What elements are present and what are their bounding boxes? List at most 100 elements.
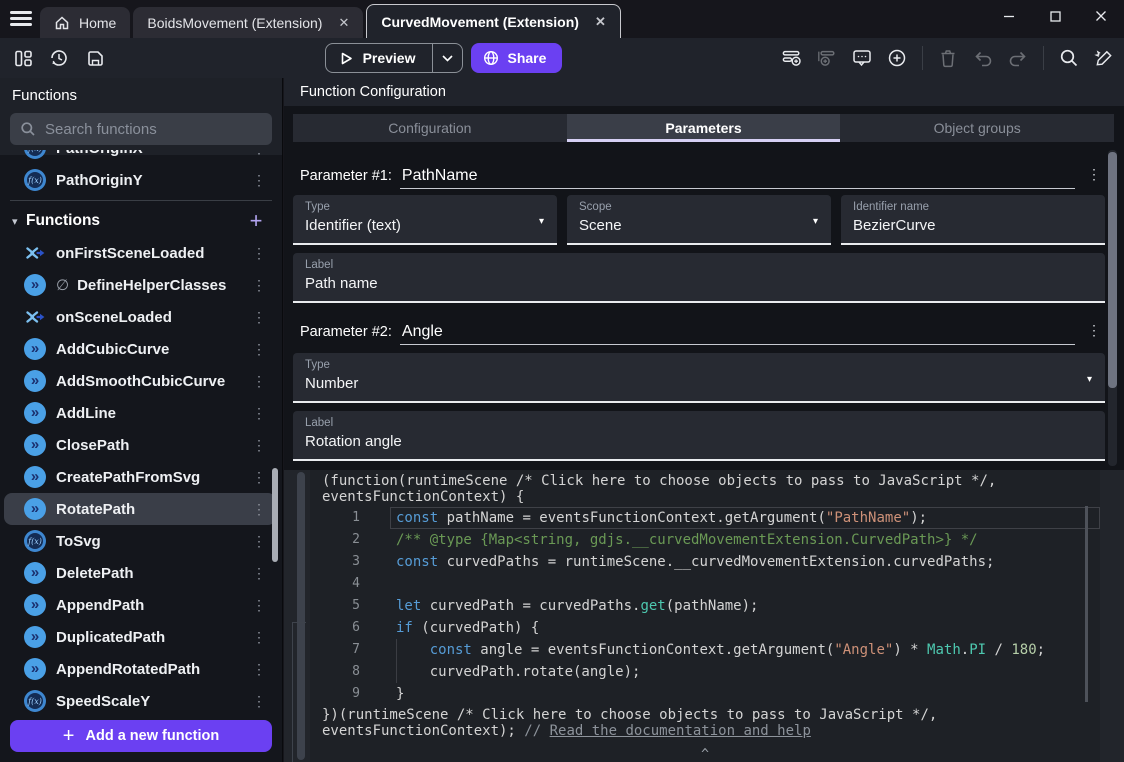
item-menu-icon[interactable]: ⋮ (252, 150, 266, 157)
expand-editor-caret-icon[interactable]: ^ (701, 749, 709, 761)
item-menu-icon[interactable]: ⋮ (252, 341, 266, 358)
add-event-icon[interactable] (782, 48, 802, 68)
close-icon[interactable]: ✕ (338, 15, 349, 31)
group-label: Functions (26, 212, 246, 230)
add-comment-icon[interactable] (852, 48, 872, 68)
parameter-name-input[interactable] (400, 323, 1075, 345)
add-subevent-icon[interactable] (817, 48, 837, 68)
code-line-2[interactable]: 2/** @type {Map<string, gdjs.__curvedMov… (310, 529, 1100, 551)
function-list-item[interactable]: onSceneLoaded⋮ (4, 301, 276, 333)
function-list-item[interactable]: »AddSmoothCubicCurve⋮ (4, 365, 276, 397)
tab-curvedmovement[interactable]: CurvedMovement (Extension) ✕ (366, 4, 621, 38)
function-list-item[interactable]: »DeletePath⋮ (4, 557, 276, 589)
item-menu-icon[interactable]: ⋮ (252, 405, 266, 422)
function-list-item[interactable]: f(x)ToSvg⋮ (4, 525, 276, 557)
search-input[interactable] (45, 121, 262, 138)
code-line-5[interactable]: 5let curvedPath = curvedPaths.get(pathNa… (310, 595, 1100, 617)
add-function-button[interactable]: + Add a new function (10, 720, 272, 752)
minimize-button[interactable] (986, 0, 1032, 32)
parameter-2-fields: Type Number ▾ (293, 353, 1105, 403)
toolbar-divider (1043, 46, 1044, 70)
item-menu-icon[interactable]: ⋮ (252, 629, 266, 646)
item-menu-icon[interactable]: ⋮ (252, 373, 266, 390)
function-list-item[interactable]: »AddCubicCurve⋮ (4, 333, 276, 365)
code-line-3[interactable]: 3const curvedPaths = runtimeScene.__curv… (310, 551, 1100, 573)
parameter-menu-icon[interactable]: ⋮ (1083, 322, 1105, 345)
code-lines[interactable]: 1const pathName = eventsFunctionContext.… (310, 507, 1100, 705)
editor-scrollbar[interactable] (1085, 506, 1088, 702)
panels-icon[interactable] (13, 48, 33, 68)
function-group-header[interactable]: ▾Functions+ (4, 205, 276, 237)
function-list-item[interactable]: »CreatePathFromSvg⋮ (4, 461, 276, 493)
save-icon[interactable] (85, 48, 105, 68)
code-line-8[interactable]: 8 curvedPath.rotate(angle); (310, 661, 1100, 683)
search-icon[interactable] (1059, 48, 1079, 68)
action-function-icon: » (24, 466, 46, 488)
add-function-plus-icon[interactable]: + (246, 211, 266, 231)
javascript-code-editor[interactable]: (function(runtimeScene /* Click here to … (310, 470, 1100, 762)
close-icon[interactable]: ✕ (595, 14, 606, 30)
item-menu-icon[interactable]: ⋮ (252, 533, 266, 550)
add-circle-icon[interactable] (887, 48, 907, 68)
tab-object-groups[interactable]: Object groups (840, 114, 1114, 142)
item-menu-icon[interactable]: ⋮ (252, 309, 266, 326)
trash-icon[interactable] (938, 48, 958, 68)
edit-pencil-icon[interactable] (1094, 48, 1114, 68)
item-menu-icon[interactable]: ⋮ (252, 172, 266, 189)
function-list-item[interactable]: »AddLine⋮ (4, 397, 276, 429)
code-line-7[interactable]: 7 const angle = eventsFunctionContext.ge… (310, 639, 1100, 661)
item-menu-icon[interactable]: ⋮ (252, 565, 266, 582)
maximize-button[interactable] (1032, 0, 1078, 32)
item-menu-icon[interactable]: ⋮ (252, 437, 266, 454)
documentation-link[interactable]: Read the documentation and help (550, 723, 811, 739)
function-list-item[interactable]: »AppendRotatedPath⋮ (4, 653, 276, 685)
search-box[interactable] (10, 113, 272, 145)
item-menu-icon[interactable]: ⋮ (252, 245, 266, 262)
tab-parameters[interactable]: Parameters (567, 114, 841, 142)
code-line-4[interactable]: 4 (310, 573, 1100, 595)
function-list-item[interactable]: f(x)PathOriginX⋮ (4, 150, 276, 164)
function-list-item[interactable]: onFirstSceneLoaded⋮ (4, 237, 276, 269)
function-list-item[interactable]: »AppendPath⋮ (4, 589, 276, 621)
chevron-down-icon: ▾ (813, 216, 818, 227)
function-name: ToSvg (56, 533, 252, 550)
scope-select[interactable]: Scope Scene ▾ (567, 195, 831, 245)
code-wrapper-header[interactable]: (function(runtimeScene /* Click here to … (310, 470, 1100, 507)
code-line-1[interactable]: 1const pathName = eventsFunctionContext.… (310, 507, 1100, 529)
code-wrapper-footer[interactable]: })(runtimeScene /* Click here to choose … (310, 705, 1100, 739)
preview-options-button[interactable] (432, 44, 462, 72)
item-menu-icon[interactable]: ⋮ (252, 661, 266, 678)
share-button[interactable]: Share (471, 43, 563, 73)
item-menu-icon[interactable]: ⋮ (252, 277, 266, 294)
label-field[interactable]: Label Rotation angle (293, 411, 1105, 461)
function-list-item[interactable]: »DuplicatedPath⋮ (4, 621, 276, 653)
undo-icon[interactable] (973, 48, 993, 68)
parameter-menu-icon[interactable]: ⋮ (1083, 166, 1105, 189)
function-list-item[interactable]: »RotatePath⋮ (4, 493, 276, 525)
preview-button[interactable]: Preview (326, 44, 432, 72)
type-select[interactable]: Type Number ▾ (293, 353, 1105, 403)
item-menu-icon[interactable]: ⋮ (252, 501, 266, 518)
main-menu-button[interactable] (10, 11, 32, 27)
tab-boidsmovement[interactable]: BoidsMovement (Extension) ✕ (133, 7, 363, 38)
function-list-item[interactable]: f(x)PathOriginY⋮ (4, 164, 276, 196)
item-menu-icon[interactable]: ⋮ (252, 469, 266, 486)
item-menu-icon[interactable]: ⋮ (252, 693, 266, 710)
history-icon[interactable] (49, 48, 69, 68)
tab-home[interactable]: Home (40, 7, 130, 38)
function-list-item[interactable]: f(x)SpeedScaleY⋮ (4, 685, 276, 716)
sidebar-scrollbar[interactable] (272, 468, 278, 562)
function-list-item[interactable]: »∅DefineHelperClasses⋮ (4, 269, 276, 301)
item-menu-icon[interactable]: ⋮ (252, 597, 266, 614)
parameter-name-input[interactable] (400, 167, 1075, 189)
tab-configuration[interactable]: Configuration (293, 114, 567, 142)
close-window-button[interactable] (1078, 0, 1124, 32)
redo-icon[interactable] (1008, 48, 1028, 68)
parameters-scrollbar-thumb[interactable] (1108, 152, 1117, 388)
type-select[interactable]: Type Identifier (text) ▾ (293, 195, 557, 245)
function-list-item[interactable]: »ClosePath⋮ (4, 429, 276, 461)
identifier-name-field[interactable]: Identifier name BezierCurve (841, 195, 1105, 245)
code-line-9[interactable]: 9} (310, 683, 1100, 705)
code-line-6[interactable]: 6if (curvedPath) { (310, 617, 1100, 639)
label-field[interactable]: Label Path name (293, 253, 1105, 303)
